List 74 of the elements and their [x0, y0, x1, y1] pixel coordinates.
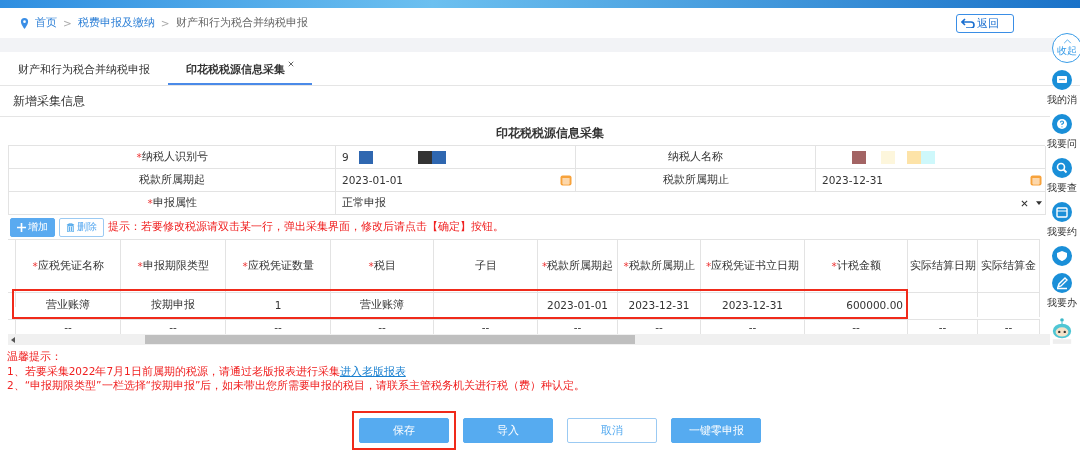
- column-header: *税款所属期起: [538, 239, 618, 292]
- notice-text: 1、若要采集2022年7月1日前属期的税源，请通过老版报表进行采集进入老版报表: [7, 363, 407, 378]
- shield-icon[interactable]: [1052, 246, 1072, 266]
- column-header: *税目: [331, 239, 434, 292]
- column-header: 实际结算日期: [908, 239, 978, 292]
- column-header: 实际结算金: [978, 239, 1040, 292]
- float-menu-label[interactable]: 我要查: [1047, 181, 1077, 195]
- redaction-block: [358, 150, 373, 164]
- redaction-block: [417, 150, 432, 164]
- text-field[interactable]: [816, 146, 1046, 169]
- date-field[interactable]: 2023-12-31: [816, 169, 1046, 192]
- calendar-icon[interactable]: [1030, 174, 1042, 186]
- redaction-block: [907, 150, 921, 164]
- notice-text: 2、“申报期限类型”一栏选择“按期申报”后，如未带出您所需要申报的税目，请联系主管税务机关进行税（费）种认定。: [7, 378, 587, 393]
- column-header: *应税凭证名称: [16, 239, 121, 292]
- scroll-left-icon[interactable]: [11, 336, 15, 343]
- form-title: 印花税税源信息采集: [495, 125, 605, 142]
- hint-text: 提示：若要修改税源请双击某一行，弹出采集界面，修改后请点击【确定】按钮。: [108, 220, 504, 234]
- tab[interactable]: 印花税税源信息采集: [168, 52, 312, 85]
- float-menu-label[interactable]: 我要问: [1047, 137, 1077, 151]
- chevron-up-icon: [1062, 38, 1072, 44]
- horizontal-scrollbar[interactable]: [8, 334, 1050, 345]
- table-cell: 2023-01-01: [538, 292, 618, 317]
- float-menu-label[interactable]: 我要约: [1047, 225, 1077, 239]
- robot-icon[interactable]: [1051, 317, 1073, 345]
- breadcrumb-separator: >: [160, 17, 170, 29]
- table-cell: 营业账簿: [331, 292, 434, 317]
- column-header: 子目: [434, 239, 538, 292]
- field-label: *纳税人识别号: [9, 146, 336, 169]
- field-label: 纳税人名称: [576, 146, 816, 169]
- text-field[interactable]: 9: [336, 146, 576, 169]
- calendar-icon[interactable]: [1052, 202, 1072, 222]
- notice-title: 温馨提示：: [7, 349, 63, 364]
- clear-icon[interactable]: [1021, 199, 1028, 207]
- trash-icon: [66, 222, 75, 232]
- table-cell: 2023-12-31: [618, 292, 701, 317]
- search-icon[interactable]: [1052, 158, 1072, 178]
- field-label: 税款所属期起: [9, 169, 336, 192]
- help-icon[interactable]: [1052, 114, 1072, 134]
- redaction-block: [881, 150, 895, 164]
- old-report-link[interactable]: 进入老版报表: [339, 364, 406, 377]
- redaction-block: [921, 150, 935, 164]
- float-menu-label[interactable]: 我要办: [1047, 296, 1077, 310]
- date-field[interactable]: 2023-01-01: [336, 169, 576, 192]
- column-header: *申报期限类型: [121, 239, 226, 292]
- pencil-icon[interactable]: [1052, 273, 1072, 293]
- column-header: *税款所属期止: [618, 239, 701, 292]
- chat-icon[interactable]: [1052, 70, 1072, 90]
- table-cell: 600000.00: [805, 292, 908, 317]
- calendar-icon[interactable]: [560, 174, 572, 186]
- table-cell: [908, 292, 978, 317]
- breadcrumb-item[interactable]: 税费申报及缴纳: [77, 16, 155, 30]
- plus-icon: [17, 222, 26, 232]
- column-header: *应税凭证数量: [226, 239, 331, 292]
- scrollbar-thumb[interactable]: [145, 335, 635, 344]
- tab[interactable]: 财产和行为税合并纳税申报: [0, 52, 168, 85]
- select-field[interactable]: 正常申报: [336, 192, 1046, 215]
- caret-icon[interactable]: [1036, 201, 1042, 205]
- column-header: *计税金额: [805, 239, 908, 292]
- field-label: *申报属性: [9, 192, 336, 215]
- return-arrow-icon: [961, 18, 975, 28]
- table-cell: 按期申报: [121, 292, 226, 317]
- breadcrumb-separator: >: [63, 17, 72, 29]
- location-pin-icon: [20, 17, 29, 29]
- redaction-block: [852, 150, 866, 164]
- table-cell: [978, 292, 1040, 317]
- breadcrumb-item: 财产和行为税合并纳税申报: [175, 16, 308, 30]
- back-button[interactable]: 返回: [956, 13, 1014, 33]
- table-cell: 营业账簿: [16, 292, 121, 317]
- table-cell: 2023-12-31: [701, 292, 805, 317]
- close-icon[interactable]: [288, 61, 294, 67]
- column-header: *应税凭证书立日期: [701, 239, 805, 292]
- table-cell: 1: [226, 292, 331, 317]
- breadcrumb-item[interactable]: 首页: [35, 16, 57, 30]
